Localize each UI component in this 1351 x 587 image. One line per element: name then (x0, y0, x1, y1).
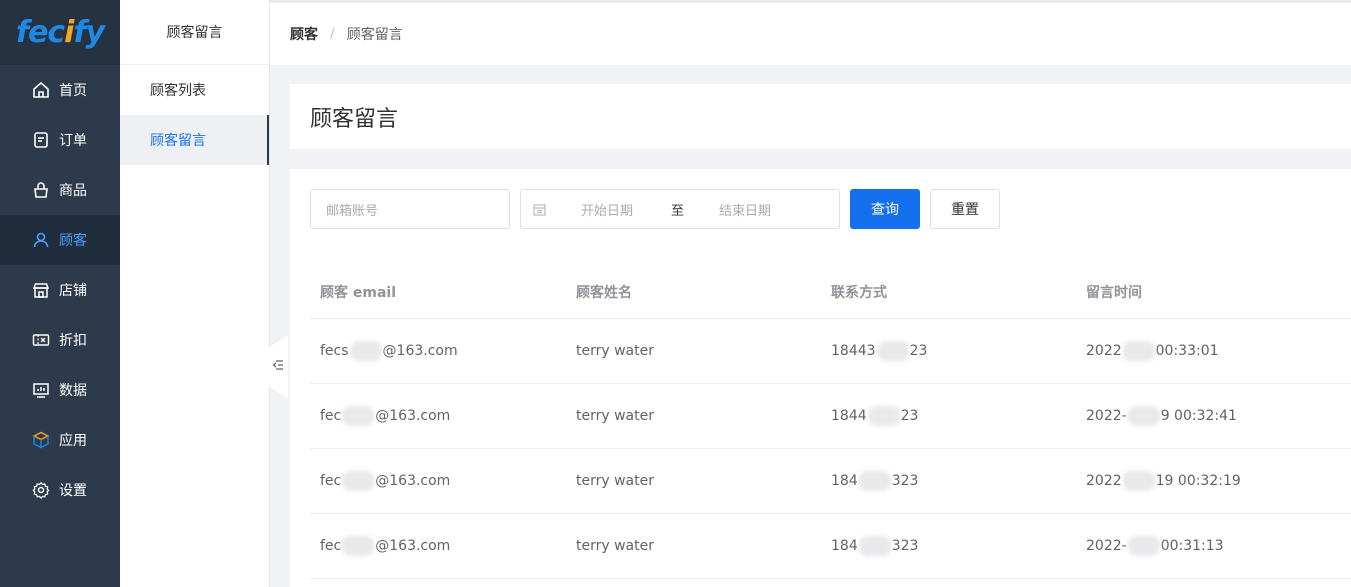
subnav-item-customer-list[interactable]: 顾客列表 (120, 65, 269, 115)
nav-item-discounts[interactable]: 折扣 (0, 315, 120, 365)
cell-contact: 184 323 (831, 471, 919, 491)
nav-item-products[interactable]: 商品 (0, 165, 120, 215)
nav-item-orders[interactable]: 订单 (0, 115, 120, 165)
breadcrumb: 顾客 / 顾客留言 (270, 0, 1351, 65)
cell-name: terry water (576, 473, 654, 489)
breadcrumb-parent[interactable]: 顾客 (290, 24, 318, 44)
search-button[interactable]: 查询 (850, 189, 920, 229)
breadcrumb-current: 顾客留言 (346, 27, 403, 43)
redaction-blur (1127, 406, 1160, 426)
filter-bar: 邮箱账号 开始日期 至 结束日期 查询 重置 (310, 189, 1000, 229)
redaction-blur (342, 471, 375, 491)
cell-time: 2022- 9 00:32:41 (1086, 406, 1237, 426)
coupon-icon (32, 331, 50, 349)
cell-email: fec @163.com (320, 471, 451, 491)
table-row[interactable]: fecs @163.com terry water 18443 23 2022 00:… (310, 319, 1351, 384)
user-icon (32, 231, 50, 249)
column-header-email: 顾客 email (320, 284, 397, 301)
page-header: 顾客留言 (290, 84, 1351, 149)
redaction-blur (1122, 341, 1155, 361)
table-row[interactable]: fec @163.com terry water 1844 23 2022- 9 00… (310, 384, 1351, 449)
nav-item-data[interactable]: 数据 (0, 365, 120, 415)
table-row[interactable]: fec @163.com terry water 184 323 2022- 00:3… (310, 514, 1351, 579)
store-icon (32, 281, 50, 299)
redaction-blur (858, 536, 891, 556)
nav-item-settings[interactable]: 设置 (0, 465, 120, 515)
order-icon (32, 131, 50, 149)
email-placeholder: 邮箱账号 (326, 203, 379, 219)
range-separator: 至 (671, 203, 685, 219)
start-date-input[interactable]: 开始日期 (581, 200, 633, 219)
redaction-blur (342, 406, 375, 426)
redaction-blur (867, 406, 900, 426)
end-date-input[interactable]: 结束日期 (719, 200, 771, 219)
email-input[interactable]: 邮箱账号 (310, 189, 510, 229)
bag-icon (32, 181, 50, 199)
nav-item-stores[interactable]: 店铺 (0, 265, 120, 315)
table-row[interactable]: fec @163.com terry water 184 323 2022 19 00… (310, 449, 1351, 514)
redaction-blur (1122, 471, 1155, 491)
home-icon (32, 81, 50, 99)
date-range-picker[interactable]: 开始日期 至 结束日期 (520, 189, 840, 229)
cell-name: terry water (576, 408, 654, 424)
cell-time: 2022- 00:31:13 (1086, 536, 1224, 556)
messages-table: 顾客 email 顾客姓名 联系方式 留言时间 fecs @163.com ter… (310, 265, 1351, 579)
collapse-sidebar-button[interactable] (268, 335, 288, 399)
cell-contact: 1844 23 (831, 406, 919, 426)
reset-button[interactable]: 重置 (930, 189, 1000, 229)
cube-icon (32, 431, 50, 449)
redaction-blur (1127, 536, 1160, 556)
fecify-logo[interactable]: fecify (0, 0, 120, 65)
breadcrumb-separator: / (330, 26, 335, 42)
redaction-blur (858, 471, 891, 491)
cell-contact: 184 323 (831, 536, 919, 556)
cell-time: 2022 19 00:32:19 (1086, 471, 1241, 491)
cell-contact: 18443 23 (831, 341, 928, 361)
cell-name: terry water (576, 343, 654, 359)
collapse-icon (272, 359, 284, 375)
redaction-blur (349, 341, 382, 361)
table-header: 顾客 email 顾客姓名 联系方式 留言时间 (310, 265, 1351, 319)
column-header-time: 留言时间 (1086, 284, 1142, 301)
cell-time: 2022 00:33:01 (1086, 341, 1219, 361)
secondary-sidebar: 顾客留言 顾客列表 顾客留言 (120, 0, 270, 587)
nav-item-home[interactable]: 首页 (0, 65, 120, 115)
redaction-blur (342, 536, 375, 556)
primary-sidebar: fecify 首页 订单 商品 顾客 店铺 折扣 数据 应用 设置 (0, 0, 120, 587)
nav-item-apps[interactable]: 应用 (0, 415, 120, 465)
column-header-name: 顾客姓名 (576, 284, 632, 301)
cell-email: fec @163.com (320, 406, 451, 426)
column-header-contact: 联系方式 (831, 284, 887, 301)
cell-email: fecs @163.com (320, 341, 458, 361)
chart-icon (32, 381, 50, 399)
page-title: 顾客留言 (310, 106, 399, 132)
calendar-icon (533, 203, 546, 220)
cell-name: terry water (576, 538, 654, 554)
cell-email: fec @163.com (320, 536, 451, 556)
redaction-blur (876, 341, 909, 361)
nav-item-customers[interactable]: 顾客 (0, 215, 120, 265)
main-content: 邮箱账号 开始日期 至 结束日期 查询 重置 顾客 email 顾客姓名 联系方… (290, 169, 1351, 587)
subnav-title: 顾客留言 (120, 0, 269, 65)
gear-icon (32, 481, 50, 499)
subnav-item-customer-messages[interactable]: 顾客留言 (120, 115, 269, 165)
